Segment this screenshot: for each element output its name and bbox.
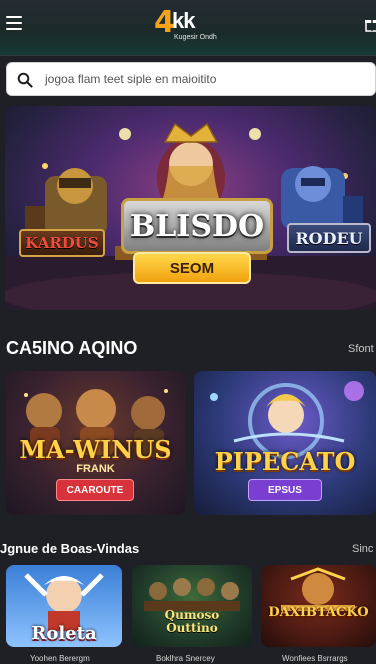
qumoso-caption: Boklhra Snercey [156,654,215,663]
qumoso-title: Qumoso Outtino [132,609,252,635]
mawinus-play-button[interactable]: CAAROUTE [56,479,134,501]
roleta-caption: Yoohen Berergm [30,654,90,663]
daxibtacko-caption: Wonfiees Bsrrargs [282,654,348,663]
mawinus-subtitle: FRANK [76,463,115,475]
brand-logo[interactable]: 4 kk Kugesir Ondh [154,6,234,46]
hero-title: BLISDO [121,198,273,254]
welcome-see-all-link[interactable]: Sinc [352,543,373,555]
casino-section-title: CA5INO AQINO [6,338,138,358]
welcome-card-roleta[interactable]: Roleta [6,565,122,647]
game-card-pipecato[interactable]: PIPECATO EPSUS [194,371,376,515]
hero-cta-button[interactable]: SEOM [133,252,251,284]
qumoso-title-text: Qumoso Outtino [164,608,220,635]
gift-icon[interactable] [364,16,376,32]
search-bar[interactable]: jogoa flam teet siple en maioitito [6,62,376,96]
hero-left-label: KARDUS [19,229,105,257]
menu-icon[interactable] [6,16,22,30]
search-input[interactable]: jogoa flam teet siple en maioitito [45,72,216,86]
welcome-section-title: Jgnue de Boas-Vindas [0,541,140,556]
logo-text: kk [172,8,196,33]
welcome-card-daxibtacko[interactable]: DAXIBTACKO [261,565,376,647]
logo-subtitle: Kugesir Ondh [174,34,217,41]
roleta-title: Roleta [31,623,97,644]
welcome-card-qumoso[interactable]: Qumoso Outtino [132,565,252,647]
daxibtacko-title: DAXIBTACKO [268,605,369,620]
hero-right-label: RODEU [287,223,371,253]
pipecato-title: PIPECATO [214,447,356,476]
pipecato-play-button[interactable]: EPSUS [248,479,322,501]
search-icon [17,72,33,88]
casino-see-all-link[interactable]: Sfont [348,343,374,355]
mawinus-title: MA-WINUS [19,435,172,464]
hero-banner[interactable]: BLISDO KARDUS RODEU SEOM [5,106,376,310]
game-card-mawinus[interactable]: MA-WINUS FRANK CAAROUTE [6,371,185,515]
top-bar: 4 kk Kugesir Ondh [0,0,376,56]
